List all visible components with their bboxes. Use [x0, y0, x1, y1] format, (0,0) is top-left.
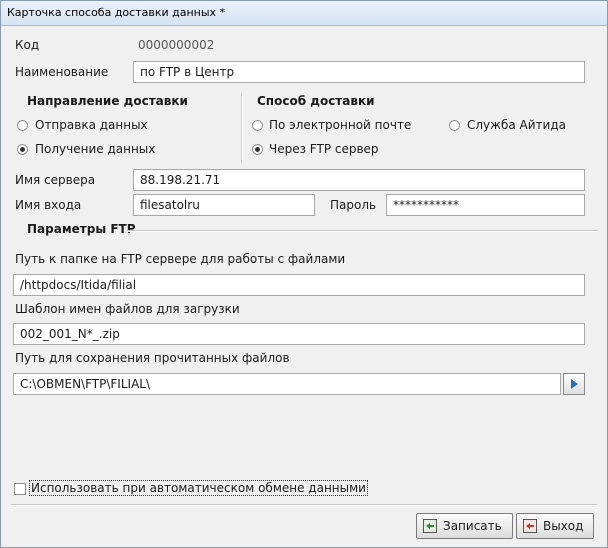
server-label: Имя сервера	[15, 173, 96, 187]
password-label: Пароль	[330, 198, 377, 212]
radio-send[interactable]	[17, 120, 28, 131]
ftp-folder-field[interactable]: /httpdocs/Itida/filial	[13, 274, 585, 296]
radio-ftp-label[interactable]: Через FTP сервер	[269, 142, 379, 156]
save-button[interactable]: Записать	[416, 513, 513, 539]
radio-receive[interactable]	[17, 144, 28, 155]
radio-ftp[interactable]	[252, 144, 263, 155]
auto-exchange-checkbox[interactable]	[14, 483, 26, 495]
name-field[interactable]: по FTP в Центр	[133, 61, 585, 83]
radio-email-label[interactable]: По электронной почте	[269, 118, 411, 132]
radio-receive-label[interactable]: Получение данных	[35, 142, 155, 156]
code-label: Код	[15, 38, 40, 52]
title-bar: Карточка способа доставки данных *	[1, 1, 607, 26]
exit-button[interactable]: Выход	[516, 513, 594, 539]
save-path-field[interactable]: C:\OBMEN\FTP\FILIAL\	[13, 373, 561, 395]
password-field[interactable]: ***********	[386, 194, 585, 216]
ftp-folder-label: Путь к папке на FTP сервере для работы с…	[15, 252, 346, 266]
method-group-title: Способ доставки	[257, 94, 375, 108]
file-template-field[interactable]: 002_001_N*_.zip	[13, 323, 585, 345]
bottom-separator	[11, 504, 597, 506]
radio-email[interactable]	[252, 120, 263, 131]
ftp-params-separator	[127, 230, 599, 232]
save-path-label: Путь для сохранения прочитанных файлов	[15, 351, 290, 365]
arrow-right-icon	[571, 379, 578, 389]
code-value: 0000000002	[138, 38, 215, 52]
save-button-label: Записать	[443, 519, 502, 533]
login-label: Имя входа	[15, 198, 82, 212]
file-template-label: Шаблон имен файлов для загрузки	[15, 302, 240, 316]
auto-exchange-label[interactable]: Использовать при автоматическом обмене д…	[29, 480, 368, 496]
card-window: Карточка способа доставки данных * Код 0…	[0, 0, 608, 548]
ftp-params-title: Параметры FTP	[27, 222, 136, 236]
server-field[interactable]: 88.198.21.71	[133, 169, 585, 191]
name-label: Наименование	[15, 65, 109, 79]
exit-icon	[523, 519, 537, 533]
direction-group-title: Направление доставки	[27, 94, 188, 108]
radio-itida-label[interactable]: Служба Айтида	[467, 118, 566, 132]
login-field[interactable]: filesatolru	[133, 194, 315, 216]
radio-itida[interactable]	[449, 120, 460, 131]
group-divider	[241, 93, 243, 163]
radio-send-label[interactable]: Отправка данных	[35, 118, 148, 132]
browse-button[interactable]	[563, 373, 585, 395]
window-title: Карточка способа доставки данных *	[7, 6, 226, 19]
exit-button-label: Выход	[543, 519, 584, 533]
save-icon	[423, 519, 437, 533]
